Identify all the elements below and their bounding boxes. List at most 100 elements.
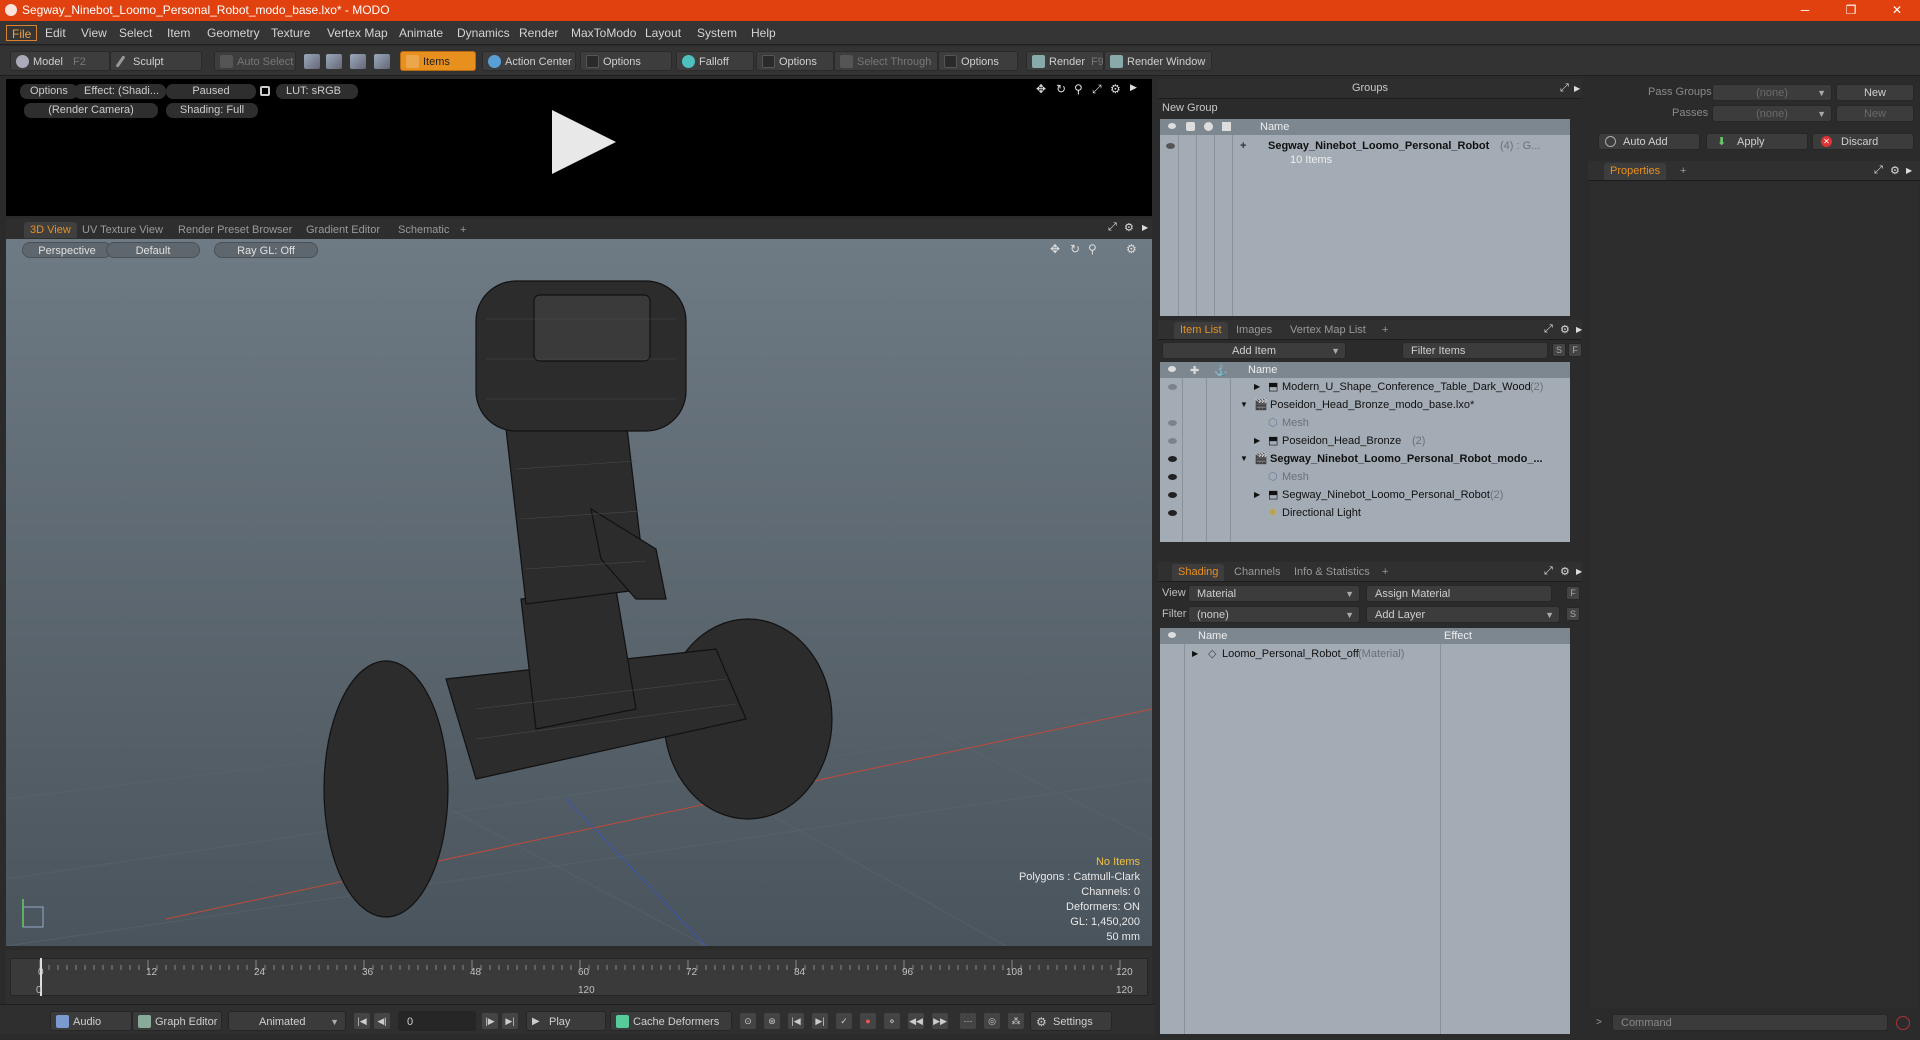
prev-frame-icon[interactable]: ◀|: [374, 1013, 390, 1029]
list-item[interactable]: ▼ 🎬 Segway_Ninebot_Loomo_Personal_Robot_…: [1160, 450, 1570, 468]
menu-dynamics[interactable]: Dynamics: [452, 25, 515, 41]
panel-menu-icon[interactable]: ▶: [1574, 84, 1580, 93]
group-row[interactable]: + Segway_Ninebot_Loomo_Personal_Robot (4…: [1160, 137, 1570, 155]
options-icon[interactable]: ⁂: [1008, 1013, 1024, 1029]
list-item[interactable]: ▼ 🎬 Poseidon_Head_Bronze_modo_base.lxo*: [1160, 396, 1570, 414]
menu-layout[interactable]: Layout: [640, 25, 686, 41]
eye-icon[interactable]: [1168, 123, 1176, 129]
next-frame-icon[interactable]: |▶: [482, 1013, 498, 1029]
animated-dropdown[interactable]: Animated ▼: [228, 1011, 346, 1031]
edges-mode-icon[interactable]: [326, 54, 342, 69]
add-tab-button[interactable]: +: [1376, 322, 1394, 339]
tab-uv-texture-view[interactable]: UV Texture View: [76, 222, 169, 238]
new-pass-button[interactable]: New: [1836, 105, 1914, 122]
command-input[interactable]: Command: [1612, 1014, 1888, 1031]
menu-help[interactable]: Help: [746, 25, 781, 41]
menu-file[interactable]: File: [6, 25, 38, 41]
restore-button[interactable]: ❐: [1828, 0, 1874, 21]
eye-icon[interactable]: [1168, 456, 1177, 462]
tab-gradient-editor[interactable]: Gradient Editor: [300, 222, 386, 238]
expand-icon[interactable]: ▶: [1254, 378, 1260, 396]
render-window-button[interactable]: Render Window: [1104, 51, 1212, 71]
assign-material-button[interactable]: Assign Material: [1366, 585, 1552, 602]
dope-sheet-icon[interactable]: ⋯: [960, 1013, 976, 1029]
graph-editor-button[interactable]: Graph Editor: [132, 1011, 222, 1031]
material-row[interactable]: ▶ ◇ Loomo_Personal_Robot_off (Material): [1160, 645, 1570, 663]
polygons-mode-icon[interactable]: [350, 54, 366, 69]
list-item[interactable]: ✷ Directional Light: [1160, 504, 1570, 522]
vertices-mode-icon[interactable]: [304, 54, 320, 69]
filter-dropdown[interactable]: (none) ▼: [1188, 606, 1360, 623]
tab-images[interactable]: Images: [1230, 322, 1278, 339]
shader-tree[interactable]: Name Effect ▶ ◇ Loomo_Personal_Robot_off…: [1160, 628, 1570, 1034]
menu-maxtomodo[interactable]: MaxToModo: [566, 25, 641, 41]
lock-icon[interactable]: ⚓: [1214, 363, 1228, 379]
list-item[interactable]: ⬡ Mesh: [1160, 414, 1570, 432]
settings-button[interactable]: ⚙ Settings: [1030, 1011, 1112, 1031]
filter-items-input[interactable]: Filter Items: [1402, 342, 1548, 359]
eye-icon[interactable]: [1168, 492, 1177, 498]
discard-button[interactable]: ✕ Discard: [1812, 133, 1914, 150]
eye-icon[interactable]: [1168, 366, 1176, 372]
eye-icon[interactable]: [1168, 632, 1176, 638]
render-preview[interactable]: Options Effect: (Shadi... Paused LUT: sR…: [6, 79, 1152, 216]
tab-properties[interactable]: Properties: [1604, 163, 1667, 180]
eye-icon[interactable]: [1168, 474, 1177, 480]
menu-geometry[interactable]: Geometry: [202, 25, 265, 41]
render-toggle-icon[interactable]: ✚: [1190, 363, 1199, 379]
prev-key-icon[interactable]: |◀: [788, 1013, 804, 1029]
menu-system[interactable]: System: [692, 25, 742, 41]
minimize-button[interactable]: ─: [1782, 0, 1828, 21]
maximize-panel-icon[interactable]: ⤢: [1108, 221, 1117, 234]
materials-mode-icon[interactable]: [374, 54, 390, 69]
shading-s-button[interactable]: S: [1566, 607, 1580, 621]
filter-f-button[interactable]: F: [1568, 343, 1582, 357]
lock-icon[interactable]: [1204, 122, 1213, 131]
rotate-view-icon[interactable]: ↻: [1056, 82, 1066, 96]
apply-button[interactable]: ⬇ Apply: [1706, 133, 1808, 150]
timeline[interactable]: 0 12 24 36 48 60 72 84 96 108 120 0 120 …: [6, 950, 1152, 1004]
eye-icon[interactable]: [1168, 510, 1177, 516]
close-button[interactable]: ✕: [1874, 0, 1920, 21]
expand-icon[interactable]: ▶: [1254, 486, 1260, 504]
add-item-dropdown[interactable]: Add Item ▼: [1162, 342, 1346, 359]
collapse-icon[interactable]: ▼: [1240, 450, 1248, 468]
action-center-options-button[interactable]: Options: [580, 51, 672, 71]
add-tab-button[interactable]: +: [1376, 564, 1394, 581]
list-item[interactable]: ▶ ⬒ Modern_U_Shape_Conference_Table_Dark…: [1160, 378, 1570, 396]
gear-icon[interactable]: ⚙: [1890, 164, 1900, 177]
list-item[interactable]: ▶ ⬒ Segway_Ninebot_Loomo_Personal_Robot …: [1160, 486, 1570, 504]
tab-vertex-map-list[interactable]: Vertex Map List: [1284, 322, 1372, 339]
menu-render[interactable]: Render: [514, 25, 563, 41]
expand-icon[interactable]: ▶: [1254, 432, 1260, 450]
lock-icon[interactable]: [260, 86, 270, 96]
select-through-button[interactable]: Select Through: [834, 51, 938, 71]
item-list[interactable]: ✚ ⚓ Name ▶ ⬒ Modern_U_Shape_Conference_T…: [1160, 362, 1570, 542]
gear-icon[interactable]: ⚙: [1110, 82, 1121, 96]
maximize-panel-icon[interactable]: ⤢: [1544, 565, 1553, 578]
tab-item-list[interactable]: Item List: [1174, 322, 1228, 339]
preview-lut-dropdown[interactable]: LUT: sRGB: [276, 84, 358, 99]
menu-item[interactable]: Item: [162, 25, 195, 41]
filter-s-button[interactable]: S: [1552, 343, 1566, 357]
gear-icon[interactable]: ⚙: [1560, 323, 1570, 336]
zoom-view-icon[interactable]: ⚲: [1074, 82, 1083, 96]
play-icon[interactable]: [552, 110, 616, 174]
preview-effect-dropdown[interactable]: Effect: (Shadi...: [74, 84, 166, 99]
eye-icon[interactable]: [1168, 420, 1177, 426]
falloff-button[interactable]: Falloff: [676, 51, 754, 71]
action-center-button[interactable]: Action Center: [482, 51, 576, 71]
go-end-icon[interactable]: ▶|: [502, 1013, 518, 1029]
keyframe-filter-icon[interactable]: ⋄: [884, 1013, 900, 1029]
preview-shading-dropdown[interactable]: Shading: Full: [166, 103, 258, 118]
new-group-button[interactable]: New Group: [1162, 102, 1218, 114]
next-key-icon[interactable]: ▶|: [812, 1013, 828, 1029]
groups-list[interactable]: Name + Segway_Ninebot_Loomo_Personal_Rob…: [1160, 119, 1570, 316]
panel-menu-icon[interactable]: ▶: [1576, 325, 1582, 334]
3d-viewport[interactable]: Perspective Default Ray GL: Off ✥ ↻ ⚲ ⚙: [6, 239, 1152, 946]
loop-forward-icon[interactable]: ▶▶: [932, 1013, 948, 1029]
select-toggle-icon[interactable]: [1222, 122, 1231, 131]
menu-edit[interactable]: Edit: [40, 25, 71, 41]
items-mode-button[interactable]: Items: [400, 51, 476, 71]
stop-icon[interactable]: [1896, 1016, 1910, 1030]
